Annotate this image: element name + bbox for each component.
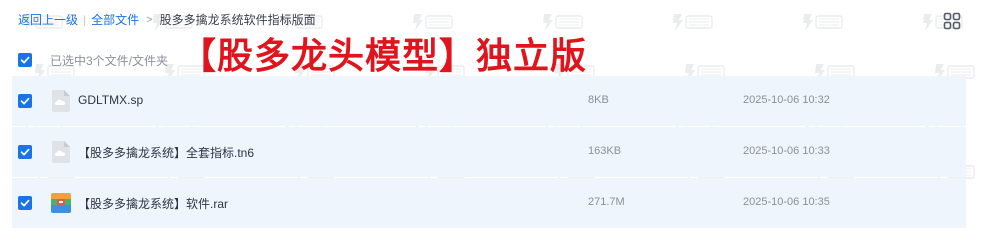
file-browser-page: 返回上一级 | 全部文件 > 股多多擒龙系统软件指标版面 已选中3个文件/文件夹…: [0, 0, 987, 242]
breadcrumb-separator: |: [83, 12, 87, 27]
file-row[interactable]: 【股多多擒龙系统】全套指标.tn6 163KB 2025-10-06 10:33: [12, 127, 966, 177]
file-modified-date: 2025-10-06 10:32: [743, 94, 830, 106]
file-size: 8KB: [588, 94, 609, 106]
file-size: 163KB: [588, 145, 622, 157]
file-name[interactable]: GDLTMX.sp: [78, 93, 143, 107]
row-checkbox[interactable]: [18, 196, 32, 210]
row-checkbox[interactable]: [18, 94, 32, 108]
checkmark-icon: [20, 199, 30, 207]
cloud-file-icon: [50, 89, 72, 113]
checkmark-icon: [20, 97, 30, 105]
file-name[interactable]: 【股多多擒龙系统】全套指标.tn6: [78, 144, 254, 161]
watermark-icon: [670, 10, 716, 34]
file-modified-date: 2025-10-06 10:35: [743, 196, 830, 208]
breadcrumb-current-folder: 股多多擒龙系统软件指标版面: [159, 13, 316, 27]
file-row[interactable]: 【股多多擒龙系统】软件.rar 271.7M 2025-10-06 10:35: [12, 178, 966, 228]
select-all-checkbox[interactable]: [18, 53, 32, 67]
watermark-icon: [800, 10, 846, 34]
breadcrumb: 返回上一级 | 全部文件 > 股多多擒龙系统软件指标版面: [18, 11, 316, 28]
row-checkbox[interactable]: [18, 145, 32, 159]
breadcrumb-arrow: >: [146, 13, 153, 26]
all-files-link[interactable]: 全部文件: [91, 11, 139, 28]
archive-file-icon: [50, 191, 72, 215]
checkmark-icon: [20, 56, 30, 64]
file-modified-date: 2025-10-06 10:33: [743, 145, 830, 157]
overlay-title: 【股多龙头模型】独立版: [180, 35, 588, 77]
grid-view-icon[interactable]: [943, 12, 961, 30]
back-link[interactable]: 返回上一级: [18, 11, 78, 28]
cloud-file-icon: [50, 140, 72, 164]
select-all-row: 已选中3个文件/文件夹: [18, 52, 168, 68]
file-row[interactable]: GDLTMX.sp 8KB 2025-10-06 10:32: [12, 76, 966, 126]
checkmark-icon: [20, 148, 30, 156]
selection-count-text: 已选中3个文件/文件夹: [50, 53, 169, 68]
file-size: 271.7M: [588, 196, 625, 208]
file-name[interactable]: 【股多多擒龙系统】软件.rar: [78, 195, 228, 212]
